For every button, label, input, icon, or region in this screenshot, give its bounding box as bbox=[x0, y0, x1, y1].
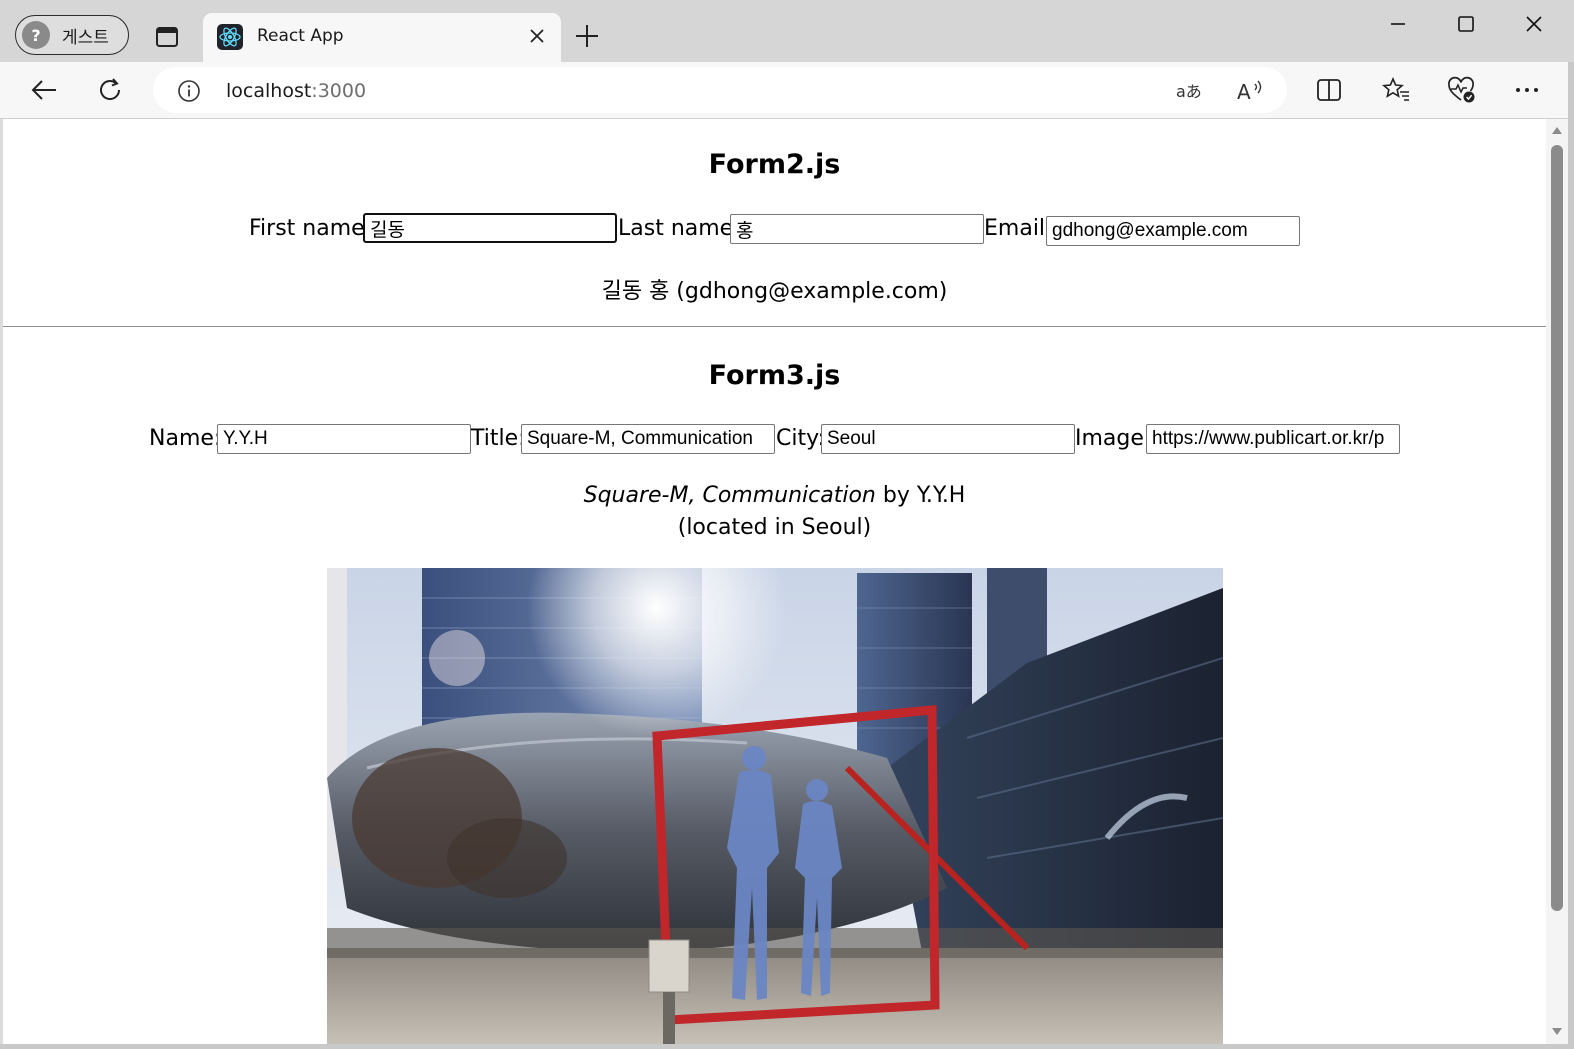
refresh-icon[interactable] bbox=[92, 72, 128, 108]
location-suffix: ) bbox=[862, 515, 872, 540]
react-logo-icon bbox=[217, 24, 243, 50]
form3-title: Form3.js bbox=[708, 360, 841, 391]
url-host: localhost bbox=[226, 80, 312, 102]
form2-title: Form2.js bbox=[708, 149, 841, 180]
tab-actions-icon[interactable] bbox=[150, 22, 184, 52]
address-bar[interactable]: localhost:3000 aあ A bbox=[153, 67, 1287, 113]
form3-output-line2: (located in Seoul) bbox=[3, 515, 1546, 540]
window-border-bottom bbox=[0, 1044, 1574, 1049]
first-name-label: First name: bbox=[249, 216, 373, 241]
image-url-input[interactable] bbox=[1146, 424, 1400, 454]
last-name-input[interactable] bbox=[730, 214, 984, 244]
title-bar: ? 게스트 React App bbox=[0, 0, 1574, 62]
last-name-label: Last name: bbox=[618, 216, 741, 241]
navigation-toolbar: localhost:3000 aあ A bbox=[0, 62, 1574, 119]
city-label: City: bbox=[776, 426, 825, 451]
vertical-scrollbar[interactable] bbox=[1546, 119, 1568, 1044]
artwork-author: Y.Y.H bbox=[916, 483, 966, 508]
divider bbox=[3, 326, 1546, 327]
scroll-down-icon[interactable] bbox=[1551, 1027, 1563, 1037]
maximize-icon[interactable] bbox=[1446, 8, 1486, 40]
city-input[interactable] bbox=[821, 424, 1075, 454]
location-city: Seoul bbox=[801, 515, 863, 540]
page-viewport: Form2.js First name: Last name: Email: 길… bbox=[3, 119, 1546, 1044]
email-label: Email: bbox=[984, 216, 1053, 241]
back-arrow-icon[interactable] bbox=[26, 72, 62, 108]
plus-icon[interactable] bbox=[571, 20, 603, 52]
split-screen-icon[interactable] bbox=[1311, 72, 1347, 108]
window-border-right bbox=[1568, 62, 1574, 1049]
translate-icon[interactable]: aあ bbox=[1175, 77, 1205, 105]
heart-pulse-icon[interactable] bbox=[1444, 72, 1480, 108]
name-label: Name: bbox=[149, 426, 222, 451]
url-text[interactable]: localhost:3000 bbox=[226, 80, 366, 102]
title-label: Title: bbox=[471, 426, 526, 451]
image-label: Image: bbox=[1075, 426, 1152, 451]
close-icon[interactable] bbox=[527, 26, 547, 46]
more-dots-icon[interactable] bbox=[1509, 72, 1545, 108]
artwork-image bbox=[327, 568, 1223, 1044]
scrollbar-thumb[interactable] bbox=[1551, 145, 1563, 911]
tab-react-app[interactable]: React App bbox=[203, 13, 561, 62]
name-input[interactable] bbox=[217, 424, 471, 454]
info-icon[interactable] bbox=[177, 79, 201, 103]
tab-title: React App bbox=[257, 26, 344, 46]
first-name-input[interactable] bbox=[363, 213, 617, 243]
artwork-title: Square-M, Communication bbox=[583, 483, 876, 508]
profile-avatar-icon: ? bbox=[22, 21, 50, 49]
form3-output-line1: Square-M, Communication by Y.Y.H bbox=[3, 483, 1546, 508]
read-aloud-icon[interactable]: A bbox=[1236, 77, 1266, 105]
title-input[interactable] bbox=[521, 424, 775, 454]
favorites-icon[interactable] bbox=[1378, 72, 1414, 108]
profile-label: 게스트 bbox=[62, 27, 109, 48]
scroll-up-icon[interactable] bbox=[1551, 125, 1563, 135]
svg-text:aあ: aあ bbox=[1176, 82, 1202, 101]
form2-output: 길동 홍 (gdhong@example.com) bbox=[601, 279, 948, 304]
email-input[interactable] bbox=[1046, 216, 1300, 246]
profile-button[interactable]: ? 게스트 bbox=[15, 15, 129, 55]
location-prefix: (located in bbox=[677, 515, 802, 540]
url-port: :3000 bbox=[311, 80, 367, 102]
by-text: by bbox=[875, 483, 917, 508]
minimize-icon[interactable] bbox=[1378, 8, 1418, 40]
svg-text:A: A bbox=[1237, 80, 1251, 104]
window-close-icon[interactable] bbox=[1514, 8, 1554, 40]
